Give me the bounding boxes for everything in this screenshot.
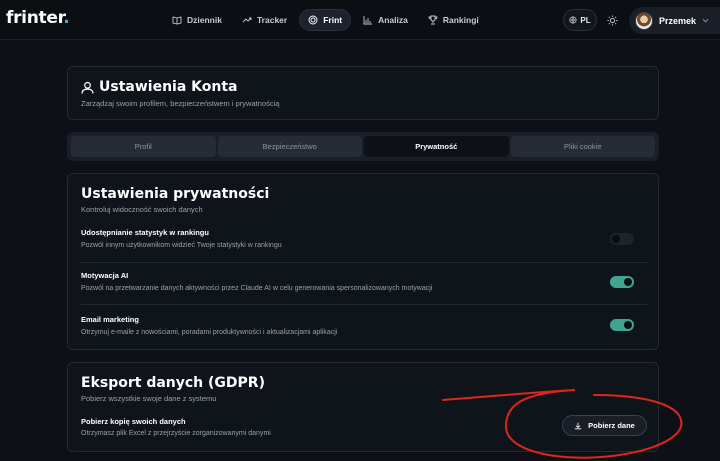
language-switcher[interactable]: PL [563, 9, 597, 31]
setting-description: Pozwól na przetwarzanie danych aktywnośc… [81, 285, 433, 292]
nav-item-dziennik[interactable]: Dziennik [164, 9, 230, 31]
page-subtitle: Zarządzaj swoim profilem, bezpieczeństwe… [81, 99, 280, 108]
settings-tabs: Profil Bezpieczeństwo Prywatność Pliki c… [67, 132, 659, 161]
tab-pliki-cookie[interactable]: Pliki cookie [510, 136, 655, 157]
bar-chart-icon [363, 16, 373, 25]
logo-dot: . [63, 8, 70, 28]
tab-bezpieczenstwo[interactable]: Bezpieczeństwo [217, 136, 362, 157]
tab-prywatnosc[interactable]: Prywatność [364, 136, 509, 157]
trophy-icon [428, 15, 438, 25]
section-subtitle: Kontroluj widoczność swoich danych [81, 205, 203, 214]
toggle-knob [612, 235, 620, 243]
nav-item-label: Tracker [256, 15, 288, 25]
nav-item-tracker[interactable]: Tracker [234, 9, 295, 31]
setting-label: Email marketing [81, 315, 139, 324]
user-name: Przemek [659, 15, 697, 26]
account-settings-header: Ustawienia Konta Zarządzaj swoim profile… [67, 66, 659, 120]
email-marketing-toggle[interactable] [610, 319, 634, 331]
top-navigation-bar: frinter. Dziennik Tracker Frint Analiza … [0, 0, 720, 40]
theme-toggle-button[interactable] [604, 12, 620, 28]
setting-description: Pozwól innym użytkownikom widzieć Twoje … [81, 242, 282, 249]
user-menu-button[interactable]: Przemek [629, 7, 720, 34]
nav-item-rankingi[interactable]: Rankingi [420, 9, 487, 31]
trend-icon [242, 17, 252, 23]
export-description: Otrzymasz plik Excel z przejrzyście zorg… [81, 430, 271, 437]
page-title-text: Ustawienia Konta [99, 79, 238, 95]
setting-description: Otrzymuj e-maile z nowościami, poradami … [81, 329, 338, 336]
user-icon [81, 81, 94, 93]
section-subtitle: Pobierz wszystkie swoje dane z systemu [81, 394, 217, 403]
download-button-label: Pobierz dane [588, 421, 635, 430]
nav-item-analiza[interactable]: Analiza [355, 9, 416, 31]
setting-label: Udostępnianie statystyk w rankingu [81, 228, 209, 237]
section-title: Eksport danych (GDPR) [81, 375, 265, 391]
section-title: Ustawienia prywatności [81, 186, 270, 202]
main-nav: Dziennik Tracker Frint Analiza Rankingi [164, 9, 487, 31]
book-icon [172, 16, 182, 25]
setting-ranking-stats: Udostępnianie statystyk w rankingu Pozwó… [81, 220, 647, 260]
nav-item-label: Analiza [378, 15, 408, 25]
page-title: Ustawienia Konta [81, 79, 237, 95]
language-label: PL [580, 15, 591, 25]
setting-ai-motivation: Motywacja AI Pozwól na przetwarzanie dan… [81, 262, 647, 302]
setting-label: Motywacja AI [81, 271, 129, 280]
target-icon [308, 15, 318, 25]
logo-text: frinter [6, 8, 64, 28]
nav-item-label: Dziennik [187, 15, 222, 25]
sun-icon [606, 14, 618, 26]
export-label: Pobierz kopię swoich danych [81, 417, 186, 426]
data-export-card: Eksport danych (GDPR) Pobierz wszystkie … [67, 362, 659, 452]
app-logo[interactable]: frinter. [6, 8, 70, 28]
nav-item-label: Frint [323, 15, 343, 25]
toggle-knob [624, 278, 632, 286]
toggle-knob [624, 321, 632, 329]
nav-item-label: Rankingi [442, 15, 479, 25]
download-data-button[interactable]: Pobierz dane [562, 415, 647, 436]
privacy-settings-card: Ustawienia prywatności Kontroluj widoczn… [67, 173, 659, 350]
ranking-stats-toggle[interactable] [610, 233, 634, 245]
chevron-down-icon [702, 18, 709, 23]
nav-item-frint[interactable]: Frint [299, 9, 352, 31]
avatar [635, 11, 653, 30]
setting-email-marketing: Email marketing Otrzymuj e-maile z nowoś… [81, 304, 647, 344]
ai-motivation-toggle[interactable] [610, 276, 634, 288]
tab-profil[interactable]: Profil [71, 136, 216, 157]
download-icon [574, 422, 582, 429]
globe-icon [569, 16, 577, 24]
